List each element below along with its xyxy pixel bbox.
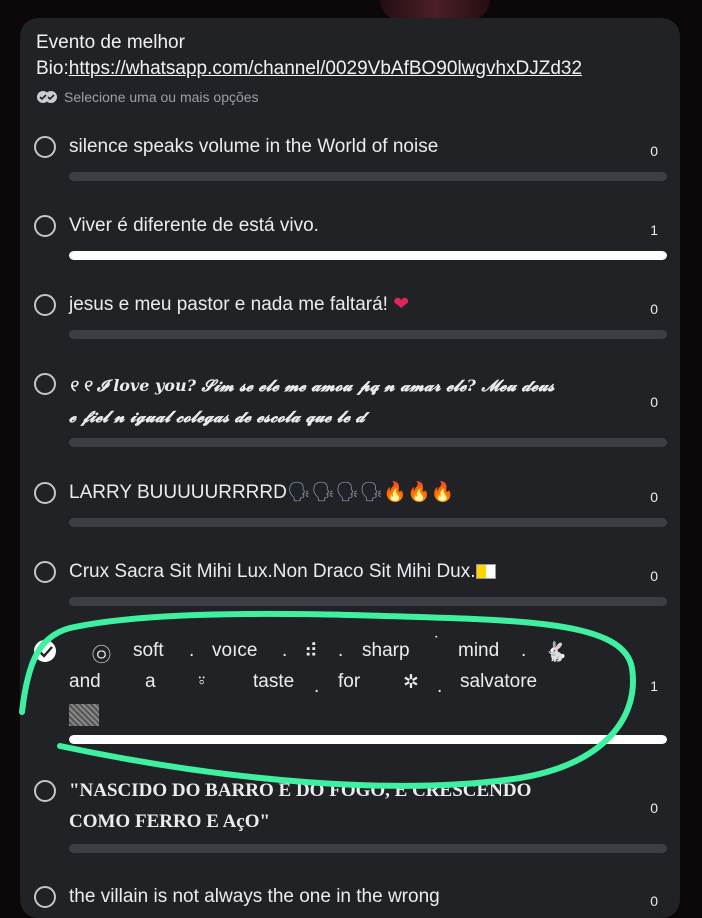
option-word: . (189, 640, 195, 661)
option-word: salvatore (460, 671, 538, 692)
option-text: Crux Sacra Sit Mihi Lux.Non Draco Sit Mi… (69, 561, 476, 582)
option-text: LARRY BUUUUURRRRD (69, 482, 287, 503)
option-word: soft (133, 640, 164, 661)
vote-bar (69, 518, 667, 527)
option-word: for (338, 671, 361, 692)
option-word: ✲ (403, 672, 419, 693)
rabbit-icon: 🐇 (544, 642, 568, 663)
option-word: . (521, 640, 527, 661)
vote-bar (69, 172, 667, 181)
option-label-line1: "NASCIDO DO BARRO E DO FOGO, E CRESCENDO (69, 780, 532, 801)
option-word: ⍤ (196, 671, 208, 692)
radio-button[interactable] (34, 294, 56, 316)
channel-link[interactable]: https://whatsapp.com/channel/0029VbAfBO9… (69, 58, 582, 79)
option-word: . (314, 676, 320, 697)
option-word: . (437, 676, 443, 697)
vote-count: 0 (650, 301, 658, 317)
option-word: ㉧ (92, 645, 112, 666)
option-label: the villain is not always the one in the… (69, 886, 440, 907)
poll-question: Evento de melhor Bio:https://whatsapp.co… (36, 30, 656, 82)
vote-count: 0 (650, 568, 658, 584)
option-word: . (282, 640, 288, 661)
vote-count: 0 (650, 143, 658, 159)
option-label: Viver é diferente de está vivo. (69, 215, 319, 236)
vote-count: 0 (650, 489, 658, 505)
option-word: taste (253, 671, 295, 692)
option-label: jesus e meu pastor e nada me faltará! ❤ (69, 290, 409, 320)
hint-text: Selecione uma ou mais opções (64, 89, 259, 105)
poll-hint: Selecione uma ou mais opções (36, 89, 259, 105)
vote-count: 0 (650, 394, 658, 410)
radio-button[interactable] (34, 561, 56, 583)
vote-count: 0 (650, 893, 658, 909)
option-word: a (145, 671, 156, 692)
vote-bar (69, 844, 667, 853)
poll-card: Evento de melhor Bio:https://whatsapp.co… (20, 18, 680, 918)
speaking-head-icon: 🗣🗣🗣🗣 (286, 482, 384, 503)
vatican-flag-icon (475, 564, 496, 580)
option-label-line1: ୧ ୧ 𝓘 love you? 𝓢𝓲𝓶 𝓼𝓮 𝓮𝓵𝓮 𝓶𝓮 𝓪𝓶𝓸𝓾 𝓹𝓺 𝓷 … (69, 376, 555, 395)
radio-button[interactable] (34, 780, 56, 802)
radio-button[interactable] (34, 886, 56, 908)
vote-bar (69, 438, 667, 447)
background-image (380, 0, 490, 20)
radio-button-checked[interactable] (34, 640, 56, 662)
option-word: . (338, 640, 344, 661)
option-label: silence speaks volume in the World of no… (69, 136, 439, 157)
glyph-block (69, 704, 99, 726)
vote-count: 0 (650, 800, 658, 816)
vote-bar-fill (69, 735, 667, 744)
option-label-line2: 𝓮 𝓯𝓲𝓮𝓵 𝓷 𝓲𝓰𝓾𝓪𝓵 𝓬𝓸𝓵𝓮𝓰𝓪𝓼 𝓭𝓮 𝓮𝓼𝓬𝓸𝓵𝓪 𝓺𝓾𝓮 𝓵𝓮 … (69, 407, 366, 426)
vote-bar (69, 735, 667, 744)
option-word: mind (458, 640, 500, 661)
vote-count: 1 (650, 678, 658, 694)
option-word: ⠾ (304, 641, 318, 662)
option-label: Crux Sacra Sit Mihi Lux.Non Draco Sit Mi… (69, 557, 496, 587)
radio-button[interactable] (34, 482, 56, 504)
checkmark-icon (39, 646, 53, 658)
vote-bar (69, 251, 667, 260)
vote-bar (69, 597, 667, 606)
option-word: ˙ (434, 634, 441, 655)
option-label-line2: COMO FERRO E AçO" (69, 811, 271, 832)
option-word: sharp (362, 640, 410, 661)
radio-button[interactable] (34, 373, 56, 395)
option-word: and (69, 671, 101, 692)
vote-bar-fill (69, 251, 667, 260)
anatomical-heart-icon: ❤ (393, 294, 410, 315)
option-text: jesus e meu pastor e nada me faltará! (69, 294, 394, 315)
vote-bar (69, 330, 667, 339)
option-word: voıce (212, 640, 258, 661)
vote-count: 1 (650, 222, 658, 238)
option-label: LARRY BUUUUURRRRD🗣🗣🗣🗣🔥🔥🔥 (69, 478, 454, 508)
fire-icon: 🔥🔥🔥 (383, 482, 455, 503)
double-check-icon (37, 91, 57, 103)
radio-button[interactable] (34, 136, 56, 158)
radio-button[interactable] (34, 215, 56, 237)
